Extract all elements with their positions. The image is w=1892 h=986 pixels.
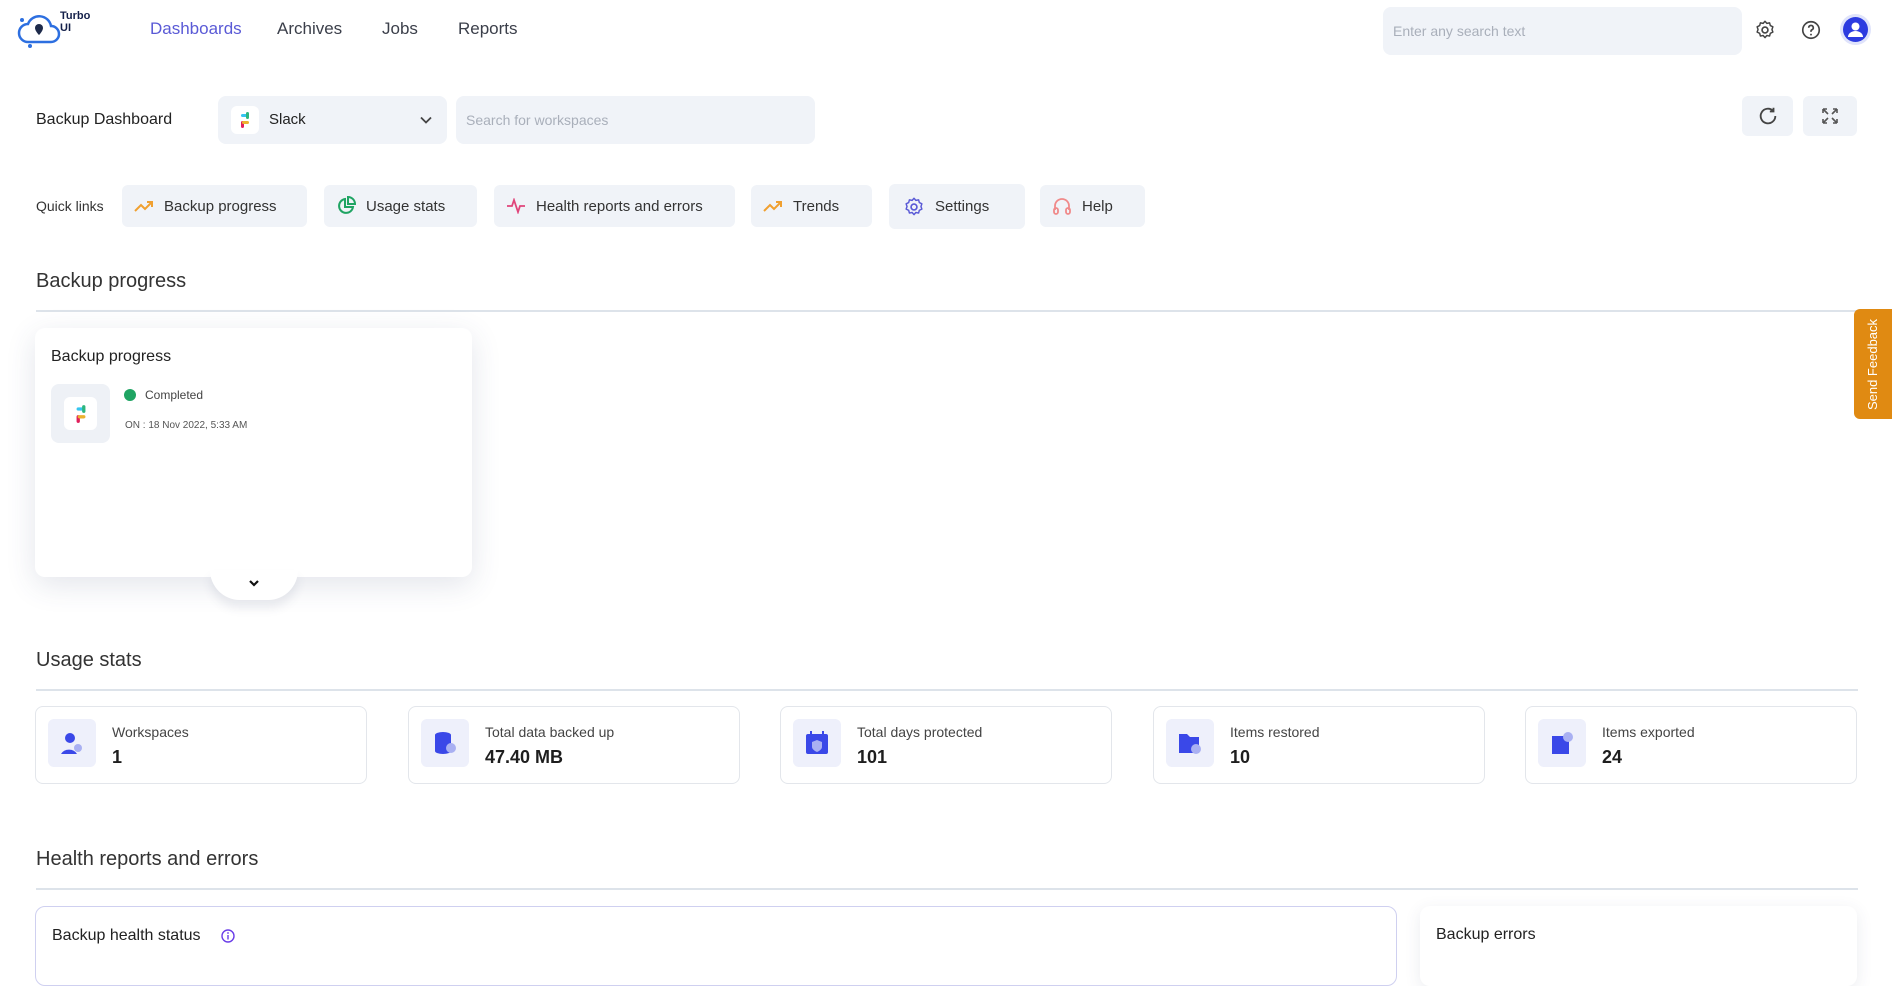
stat-card-days-protected: Total days protected 101 bbox=[780, 706, 1112, 784]
settings-gear-button[interactable] bbox=[1754, 19, 1776, 46]
user-settings-icon bbox=[48, 719, 96, 767]
refresh-icon bbox=[1759, 107, 1776, 125]
slack-logo-icon bbox=[231, 106, 259, 134]
expand-card-button[interactable] bbox=[210, 570, 298, 600]
card-title: Backup health status bbox=[52, 927, 201, 944]
nav-jobs[interactable]: Jobs bbox=[382, 19, 418, 39]
quick-links-label: Quick links bbox=[36, 198, 104, 214]
stat-value: 101 bbox=[857, 747, 888, 767]
help-circle-icon bbox=[1801, 20, 1821, 40]
stat-value: 24 bbox=[1602, 747, 1623, 767]
app-select-value: Slack bbox=[269, 111, 306, 128]
status-text: Completed bbox=[145, 388, 204, 402]
slack-logo-icon bbox=[64, 397, 97, 430]
expand-icon bbox=[1822, 108, 1838, 124]
section-title-backup-progress: Backup progress bbox=[36, 270, 187, 292]
quick-link-trends[interactable]: Trends bbox=[751, 185, 872, 227]
section-title-health: Health reports and errors bbox=[36, 848, 259, 870]
quick-link-label: Usage stats bbox=[366, 197, 446, 215]
quick-link-label: Settings bbox=[935, 198, 990, 215]
calendar-shield-icon bbox=[793, 719, 841, 767]
quick-link-help[interactable]: Help bbox=[1040, 185, 1145, 227]
backup-date: ON : 18 Nov 2022, 5:33 AM bbox=[125, 420, 248, 431]
backup-errors-card: Backup errors bbox=[1420, 906, 1857, 986]
nav-archives[interactable]: Archives bbox=[277, 19, 342, 39]
cloud-logo-icon bbox=[17, 15, 61, 48]
stat-label: Items restored bbox=[1230, 724, 1320, 740]
stat-label: Items exported bbox=[1602, 724, 1695, 740]
quick-link-label: Help bbox=[1082, 197, 1113, 215]
workspace-search-input[interactable] bbox=[456, 96, 815, 144]
section-divider bbox=[36, 888, 1858, 890]
send-feedback-tab[interactable]: Send Feedback bbox=[1854, 309, 1892, 419]
stat-label: Total data backed up bbox=[485, 724, 615, 740]
fullscreen-button[interactable] bbox=[1803, 96, 1857, 136]
global-search-input[interactable] bbox=[1383, 7, 1742, 55]
quick-link-backup-progress[interactable]: Backup progress bbox=[122, 185, 307, 227]
stat-card-total-data: Total data backed up 47.40 MB bbox=[408, 706, 740, 784]
refresh-button[interactable] bbox=[1742, 96, 1793, 136]
section-title-usage-stats: Usage stats bbox=[36, 649, 142, 671]
section-divider bbox=[36, 310, 1858, 312]
nav-reports[interactable]: Reports bbox=[458, 19, 518, 39]
status-dot bbox=[124, 389, 136, 401]
stat-label: Workspaces bbox=[112, 724, 189, 740]
user-icon bbox=[1848, 22, 1863, 37]
info-icon[interactable] bbox=[221, 929, 235, 943]
stat-value: 1 bbox=[112, 747, 123, 767]
user-avatar[interactable] bbox=[1843, 17, 1868, 42]
send-feedback-label: Send Feedback bbox=[1865, 318, 1881, 410]
quick-link-health-reports[interactable]: Health reports and errors bbox=[494, 185, 735, 227]
app-icon-box bbox=[51, 384, 110, 443]
page-title: Backup Dashboard bbox=[36, 111, 173, 128]
chevron-down-icon bbox=[249, 580, 259, 587]
app-name: Turbo UI bbox=[60, 10, 91, 34]
stat-card-items-exported: Items exported 24 bbox=[1525, 706, 1857, 784]
app-logo[interactable]: Turbo UI bbox=[16, 8, 96, 48]
stat-label: Total days protected bbox=[857, 724, 983, 740]
quick-link-label: Trends bbox=[793, 197, 840, 215]
stat-card-items-restored: Items restored 10 bbox=[1153, 706, 1485, 784]
quick-link-usage-stats[interactable]: Usage stats bbox=[324, 185, 477, 227]
activity-icon bbox=[507, 198, 525, 214]
database-icon bbox=[421, 719, 469, 767]
headphones-icon bbox=[1053, 198, 1071, 215]
backup-health-status-card: Backup health status bbox=[35, 906, 1397, 986]
card-title: Backup progress bbox=[51, 348, 172, 365]
folder-restore-icon bbox=[1166, 719, 1214, 767]
stat-card-workspaces: Workspaces 1 bbox=[35, 706, 367, 784]
app-select-dropdown[interactable]: Slack bbox=[218, 96, 447, 144]
backup-progress-card: Backup progress Completed ON : 18 Nov 20… bbox=[35, 328, 472, 577]
nav-dashboards[interactable]: Dashboards bbox=[150, 19, 242, 39]
chevron-down-icon bbox=[420, 116, 432, 124]
gear-icon bbox=[1756, 20, 1774, 39]
card-title: Backup errors bbox=[1436, 926, 1536, 943]
quick-link-settings[interactable]: Settings bbox=[889, 184, 1025, 229]
help-button[interactable] bbox=[1800, 19, 1822, 46]
section-divider bbox=[36, 689, 1858, 691]
quick-link-label: Backup progress bbox=[164, 197, 277, 215]
pie-chart-icon bbox=[338, 196, 356, 214]
gear-icon bbox=[905, 197, 923, 215]
quick-link-label: Health reports and errors bbox=[536, 197, 703, 215]
trending-up-icon bbox=[763, 201, 782, 212]
stat-value: 10 bbox=[1230, 747, 1251, 767]
trending-up-icon bbox=[134, 201, 153, 212]
stat-value: 47.40 MB bbox=[485, 747, 564, 767]
folder-export-icon bbox=[1538, 719, 1586, 767]
